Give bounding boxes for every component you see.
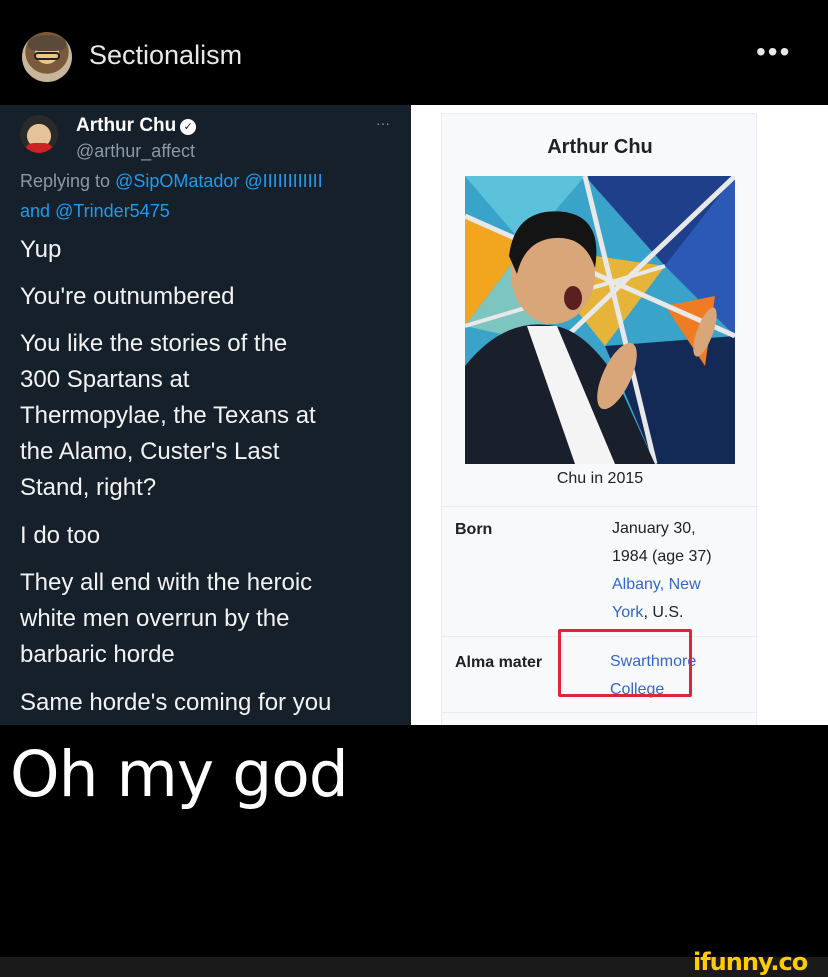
born-label: Born <box>455 521 493 538</box>
tweet-text-line: Same horde's coming for you <box>20 689 332 716</box>
red-highlight-box <box>558 629 692 697</box>
tweet-text-line: 300 Spartans at <box>20 366 190 393</box>
tweet-text-line: Yup <box>20 236 62 263</box>
tweet-text-line: white men overrun by the <box>20 605 290 632</box>
infobox-divider <box>442 506 758 507</box>
tweet-text-line: barbaric horde <box>20 641 175 668</box>
birthplace-link[interactable]: Albany, New <box>612 571 712 599</box>
state-link[interactable]: York <box>612 604 643 621</box>
tweet-screenshot: Arthur Chu ✓ @arthur_affect ··· Replying … <box>0 105 411 725</box>
tweet-text-line: You like the stories of the <box>20 330 288 357</box>
alma-mater-label: Alma mater <box>455 654 543 671</box>
photo-caption: Chu in 2015 <box>556 470 644 487</box>
infobox-divider <box>442 712 758 713</box>
post-header: Sectionalism ••• <box>0 0 828 105</box>
tweet-author-name: Arthur Chu ✓ <box>76 115 197 137</box>
tweet-text-line: the Alamo, Custer's Last <box>20 438 280 465</box>
infobox-photo <box>465 176 735 464</box>
tweet-text-line: Stand, right? <box>20 474 157 501</box>
reply-context-2: and @Trinder5475 <box>20 201 170 221</box>
tweet-text-line: I do too <box>20 522 101 549</box>
tweet-author-avatar <box>20 115 58 153</box>
wikipedia-screenshot: Arthur Chu Chu in 2015 Born January 30, … <box>411 105 828 725</box>
born-value: January 30, 1984 (age 37) Albany, New Yo… <box>612 520 712 621</box>
tweet-text-line: You're outnumbered <box>20 283 235 310</box>
infobox-title: Arthur Chu <box>547 136 653 158</box>
meme-image: Arthur Chu ✓ @arthur_affect ··· Replying … <box>0 105 828 725</box>
more-options-button[interactable]: ••• <box>756 38 791 66</box>
tweet-text-line: They all end with the heroic <box>20 569 313 596</box>
post-username[interactable]: Sectionalism <box>89 40 242 71</box>
tweet-more-icon: ··· <box>376 115 390 131</box>
tweet-author-handle: @arthur_affect <box>76 141 196 161</box>
tweet-text-line: Thermopylae, the Texans at <box>20 402 316 429</box>
meme-caption: Oh my god <box>10 738 349 811</box>
ifunny-watermark-logo: ifunny.co <box>693 948 808 976</box>
user-avatar[interactable] <box>22 32 72 82</box>
verified-badge-icon: ✓ <box>180 119 197 135</box>
reply-context: Replying to @SipOMatador @IIIIIIIIIIII <box>20 171 323 191</box>
